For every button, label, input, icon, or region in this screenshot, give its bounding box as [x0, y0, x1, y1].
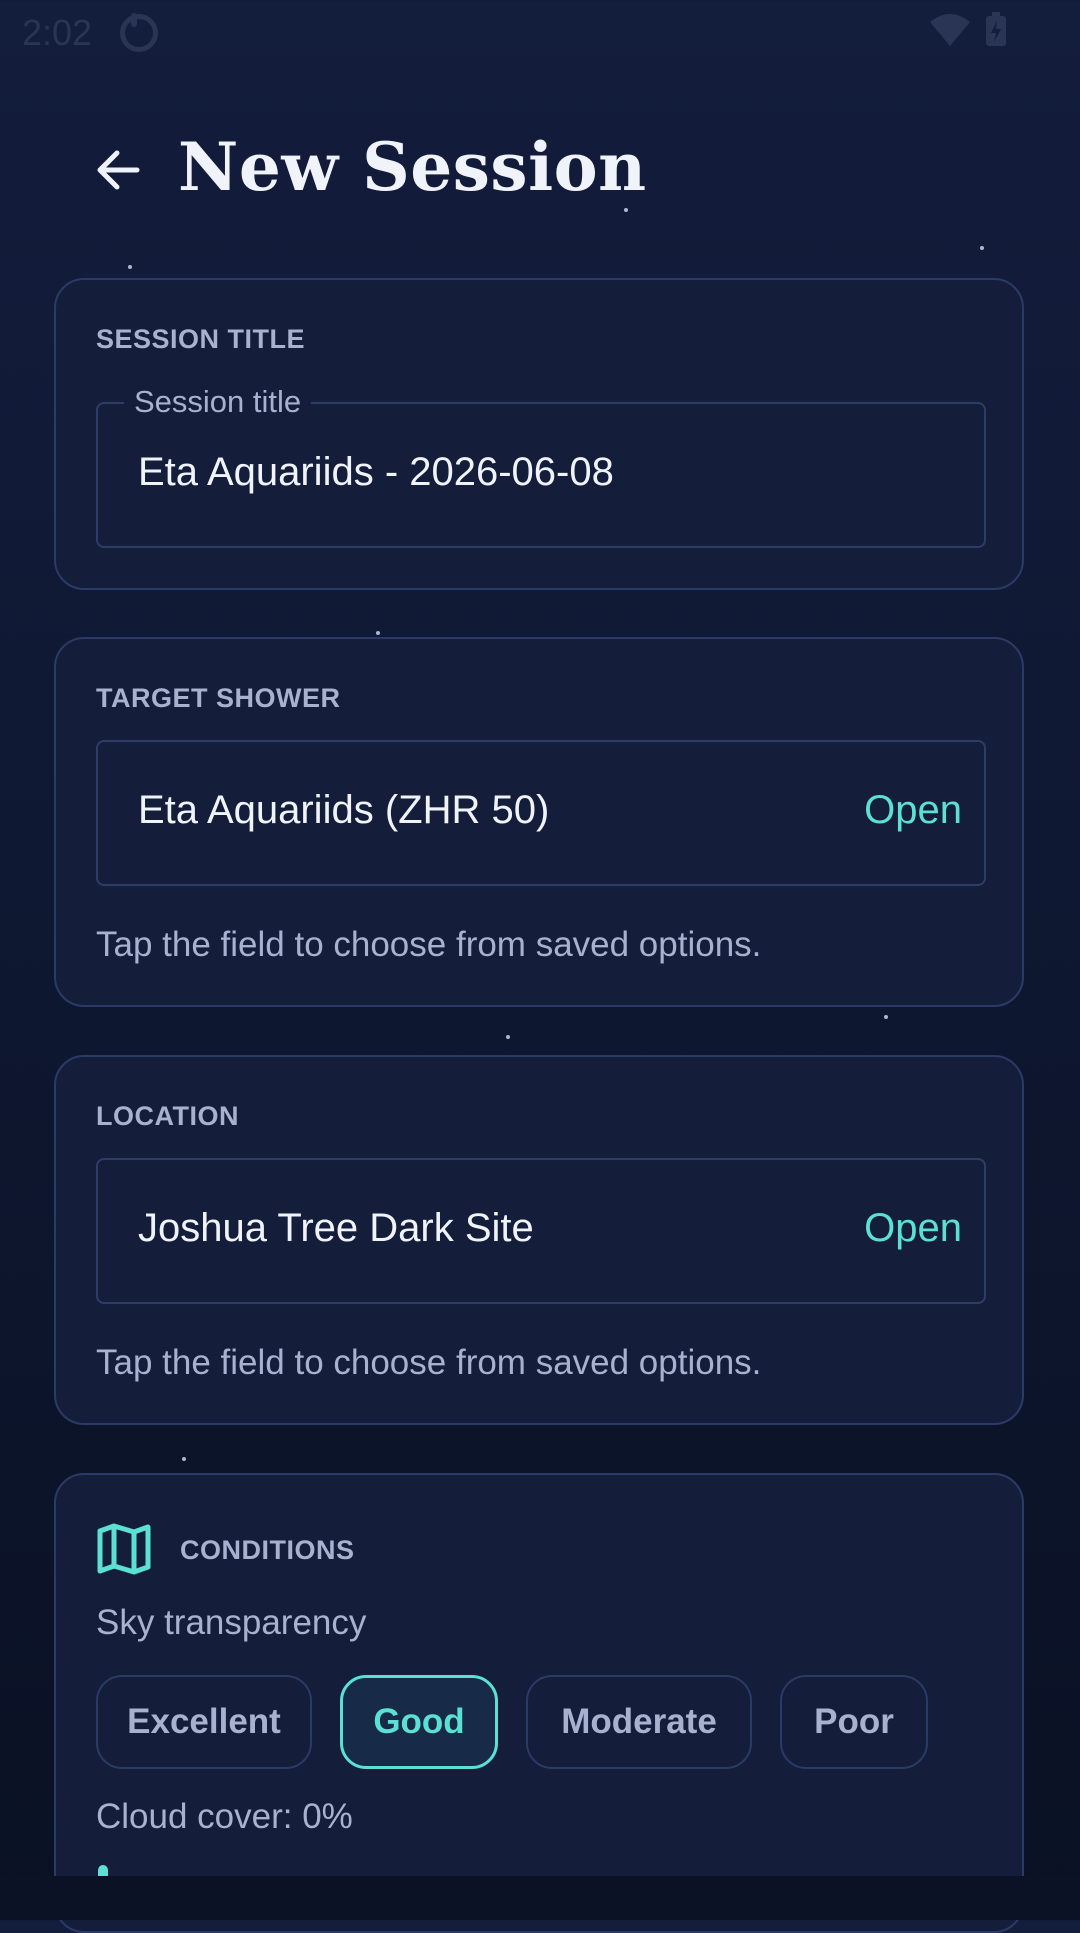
session-title-input[interactable]: Eta Aquariids - 2026-06-08	[138, 450, 614, 495]
location-open-button[interactable]: Open	[864, 1206, 962, 1251]
conditions-section-label: CONDITIONS	[180, 1535, 355, 1565]
battery-icon	[986, 12, 1006, 46]
session-title-section-label: SESSION TITLE	[96, 324, 306, 354]
target-shower-helper-text: Tap the field to choose from saved optio…	[96, 925, 762, 964]
transparency-option-excellent[interactable]: Excellent	[96, 1675, 312, 1769]
transparency-option-poor[interactable]: Poor	[780, 1675, 928, 1769]
location-helper-text: Tap the field to choose from saved optio…	[96, 1343, 762, 1382]
target-shower-field[interactable]: Eta Aquariids (ZHR 50) Open	[96, 740, 986, 886]
map-icon	[97, 1523, 151, 1575]
session-title-field[interactable]: Session title Eta Aquariids - 2026-06-08	[96, 384, 986, 548]
status-bar: 2:02	[0, 0, 1080, 64]
status-time: 2:02	[22, 12, 93, 53]
location-card: LOCATION Joshua Tree Dark Site Open Tap …	[54, 1055, 1024, 1425]
sky-transparency-label: Sky transparency	[96, 1603, 367, 1642]
target-shower-section-label: TARGET SHOWER	[96, 683, 341, 713]
header: New Session	[0, 110, 1080, 230]
session-title-card: SESSION TITLE Session title Eta Aquariid…	[54, 278, 1024, 590]
target-shower-card: TARGET SHOWER Eta Aquariids (ZHR 50) Ope…	[54, 637, 1024, 1007]
wifi-icon	[930, 14, 970, 46]
do-not-disturb-icon	[120, 13, 158, 52]
location-section-label: LOCATION	[96, 1101, 239, 1131]
transparency-option-moderate[interactable]: Moderate	[526, 1675, 752, 1769]
page-title: New Session	[178, 128, 647, 206]
session-title-field-label: Session title	[124, 384, 312, 420]
target-shower-value: Eta Aquariids (ZHR 50)	[138, 788, 550, 832]
arrow-left-icon	[97, 150, 140, 190]
location-value: Joshua Tree Dark Site	[138, 1206, 534, 1250]
bottom-edge	[0, 1876, 1080, 1920]
conditions-card: CONDITIONS Sky transparency Excellent Go…	[54, 1473, 1024, 1933]
cloud-cover-label: Cloud cover: 0%	[96, 1797, 353, 1836]
location-field[interactable]: Joshua Tree Dark Site Open	[96, 1158, 986, 1304]
transparency-option-good[interactable]: Good	[340, 1675, 498, 1769]
back-button[interactable]	[88, 140, 148, 200]
target-shower-open-button[interactable]: Open	[864, 788, 962, 833]
